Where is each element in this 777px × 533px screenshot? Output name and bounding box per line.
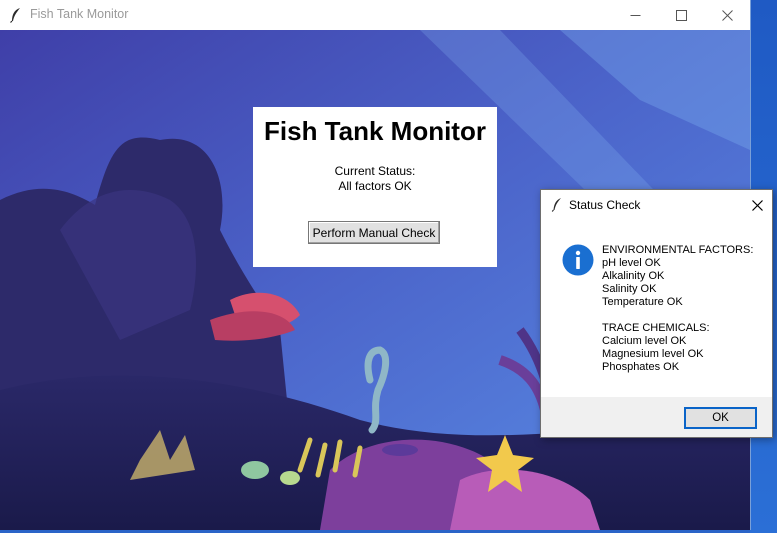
feather-icon <box>551 198 561 212</box>
message-line: Phosphates OK <box>602 361 680 373</box>
page-title: Fish Tank Monitor <box>264 116 486 146</box>
minimize-icon <box>630 14 640 16</box>
trace-heading: TRACE CHEMICALS: <box>602 322 710 334</box>
window-title: Fish Tank Monitor <box>30 7 129 21</box>
close-icon <box>751 199 763 211</box>
message-line: Magnesium level OK <box>602 348 704 360</box>
close-button[interactable] <box>704 0 750 30</box>
message-line: Calcium level OK <box>602 335 687 347</box>
dialog-title-bar[interactable]: Status Check <box>541 190 772 220</box>
message-line: Salinity OK <box>602 283 657 295</box>
dialog-close-button[interactable] <box>742 190 772 220</box>
title-bar[interactable]: Fish Tank Monitor <box>0 0 750 30</box>
dialog-title: Status Check <box>569 198 641 212</box>
status-value: All factors OK <box>338 179 412 193</box>
manual-check-button[interactable]: Perform Manual Check <box>308 221 440 244</box>
maximize-icon <box>675 9 687 21</box>
maximize-button[interactable] <box>658 0 704 30</box>
ok-button[interactable]: OK <box>684 407 757 429</box>
message-line: pH level OK <box>602 257 661 269</box>
message-line: Alkalinity OK <box>602 270 665 282</box>
close-icon <box>721 9 733 21</box>
monitor-panel: Fish Tank Monitor Current Status: All fa… <box>253 107 497 267</box>
status-message: ENVIRONMENTAL FACTORS: pH level OK Alkal… <box>602 244 753 374</box>
status-check-dialog: Status Check ENVIRONMENTAL FACTORS: pH l… <box>540 189 773 438</box>
environmental-heading: ENVIRONMENTAL FACTORS: <box>602 244 754 256</box>
minimize-button[interactable] <box>612 0 658 30</box>
info-icon <box>562 244 594 276</box>
dialog-footer: OK <box>541 397 772 437</box>
feather-icon <box>10 8 20 23</box>
status-label: Current Status: <box>334 164 416 178</box>
message-line: Temperature OK <box>602 296 683 308</box>
